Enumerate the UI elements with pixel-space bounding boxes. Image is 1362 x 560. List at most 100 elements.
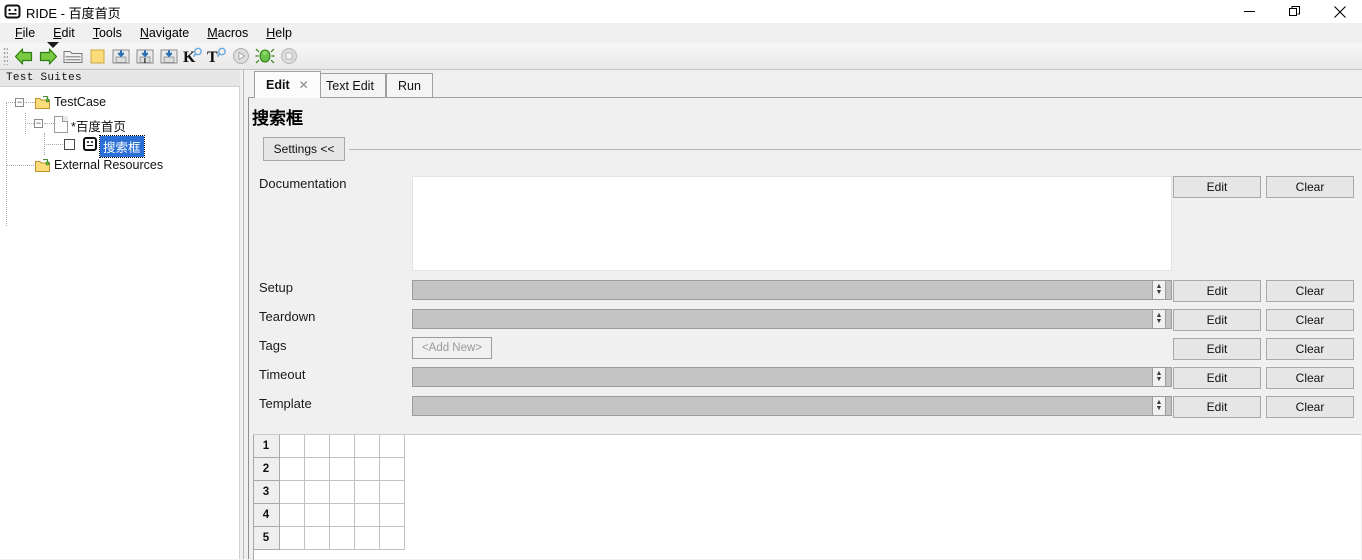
test-suites-sidebar: Test Suites − TestCase − *百度首页 搜索框 Exter… xyxy=(0,70,240,559)
close-button[interactable] xyxy=(1317,0,1362,23)
grid-cell[interactable] xyxy=(280,527,305,550)
tags-clear-button[interactable]: Clear xyxy=(1266,338,1354,360)
teardown-spinner[interactable]: ▲ ▼ xyxy=(1152,309,1166,329)
timeout-input[interactable] xyxy=(412,367,1172,387)
grid-cell[interactable] xyxy=(380,481,405,504)
table-row[interactable]: 4 xyxy=(253,504,1361,527)
stop-icon[interactable] xyxy=(278,46,300,66)
setup-input[interactable] xyxy=(412,280,1172,300)
grid-cell[interactable] xyxy=(330,481,355,504)
open-folder-icon[interactable] xyxy=(62,46,84,66)
menu-help[interactable]: Help xyxy=(257,24,301,42)
grid-cell[interactable] xyxy=(355,481,380,504)
table-row[interactable]: 1 xyxy=(253,435,1361,458)
timeout-edit-button[interactable]: Edit xyxy=(1173,367,1261,389)
tab-edit-label: Edit xyxy=(266,78,290,92)
run-icon[interactable] xyxy=(230,46,252,66)
grid-cell[interactable] xyxy=(305,481,330,504)
grid-cell[interactable] xyxy=(330,527,355,550)
grid-cell[interactable] xyxy=(380,504,405,527)
grid-cell[interactable] xyxy=(355,527,380,550)
forward-arrow-icon[interactable] xyxy=(37,46,59,66)
search-test-icon[interactable]: T xyxy=(206,46,228,66)
tree-checkbox-search-box[interactable] xyxy=(64,139,75,150)
grid-cell[interactable] xyxy=(305,435,330,458)
row-header[interactable]: 3 xyxy=(253,481,280,504)
tags-add-new-button[interactable]: <Add New> xyxy=(412,337,492,359)
grid-cell[interactable] xyxy=(280,435,305,458)
grid-cell[interactable] xyxy=(380,435,405,458)
save-as-icon[interactable] xyxy=(134,46,156,66)
template-spinner[interactable]: ▲ ▼ xyxy=(1152,396,1166,416)
setup-edit-button[interactable]: Edit xyxy=(1173,280,1261,302)
label-setup: Setup xyxy=(259,280,293,295)
tags-edit-button[interactable]: Edit xyxy=(1173,338,1261,360)
tree-node-testcase[interactable]: − TestCase xyxy=(0,92,240,113)
row-header[interactable]: 2 xyxy=(253,458,280,481)
teardown-clear-button[interactable]: Clear xyxy=(1266,309,1354,331)
row-header[interactable]: 5 xyxy=(253,527,280,550)
grid-cell[interactable] xyxy=(355,435,380,458)
menu-macros[interactable]: Macros xyxy=(198,24,257,42)
table-row[interactable]: 2 xyxy=(253,458,1361,481)
grid-cell[interactable] xyxy=(380,458,405,481)
debug-icon[interactable] xyxy=(254,46,276,66)
tree-label-testcase: TestCase xyxy=(54,95,107,109)
minimize-button[interactable] xyxy=(1227,0,1272,23)
tree-node-external-resources[interactable]: External Resources xyxy=(0,155,240,176)
close-icon[interactable]: ✕ xyxy=(299,78,309,92)
grid-cell[interactable] xyxy=(355,504,380,527)
table-row[interactable]: 3 xyxy=(253,481,1361,504)
expander-testcase[interactable]: − xyxy=(15,98,24,107)
grid-cell[interactable] xyxy=(330,435,355,458)
documentation-textarea[interactable] xyxy=(412,176,1172,271)
menu-navigate[interactable]: Navigate xyxy=(131,24,198,42)
template-clear-button[interactable]: Clear xyxy=(1266,396,1354,418)
tree-node-baidu-home[interactable]: − *百度首页 xyxy=(0,113,240,134)
file-icon xyxy=(54,116,68,133)
search-keyword-icon[interactable]: K xyxy=(182,46,204,66)
sidebar-splitter[interactable] xyxy=(240,70,248,559)
save-icon[interactable] xyxy=(110,46,132,66)
timeout-spinner[interactable]: ▲ ▼ xyxy=(1152,367,1166,387)
row-header[interactable]: 4 xyxy=(253,504,280,527)
tab-run[interactable]: Run xyxy=(386,73,433,98)
new-folder-icon[interactable] xyxy=(87,46,109,66)
back-arrow-icon[interactable] xyxy=(12,46,34,66)
maximize-button[interactable] xyxy=(1272,0,1317,23)
menu-tools[interactable]: Tools xyxy=(84,24,131,42)
menu-file[interactable]: File xyxy=(6,24,44,42)
teardown-edit-button[interactable]: Edit xyxy=(1173,309,1261,331)
teardown-input[interactable] xyxy=(412,309,1172,329)
grid-cell[interactable] xyxy=(280,504,305,527)
menu-edit-label: dit xyxy=(61,26,75,40)
grid-cell[interactable] xyxy=(280,481,305,504)
setup-spinner[interactable]: ▲ ▼ xyxy=(1152,280,1166,300)
grid-cell[interactable] xyxy=(305,527,330,550)
grid-cell[interactable] xyxy=(330,504,355,527)
grid-cell[interactable] xyxy=(305,504,330,527)
save-all-icon[interactable] xyxy=(158,46,180,66)
settings-toggle-button[interactable]: Settings << xyxy=(263,137,345,161)
expander-baidu-home[interactable]: − xyxy=(34,119,43,128)
test-steps-grid[interactable]: 1 2 3 4 5 xyxy=(253,434,1361,560)
template-input[interactable] xyxy=(412,396,1172,416)
grid-cell[interactable] xyxy=(330,458,355,481)
template-edit-button[interactable]: Edit xyxy=(1173,396,1261,418)
tab-edit[interactable]: Edit ✕ xyxy=(254,71,321,98)
documentation-clear-button[interactable]: Clear xyxy=(1266,176,1354,198)
row-header[interactable]: 1 xyxy=(253,435,280,458)
menu-edit[interactable]: Edit xyxy=(44,24,84,42)
timeout-clear-button[interactable]: Clear xyxy=(1266,367,1354,389)
grid-cell[interactable] xyxy=(380,527,405,550)
setup-clear-button[interactable]: Clear xyxy=(1266,280,1354,302)
grid-cell[interactable] xyxy=(280,458,305,481)
grid-cell[interactable] xyxy=(305,458,330,481)
grid-cell[interactable] xyxy=(355,458,380,481)
robot-icon xyxy=(4,3,21,20)
documentation-edit-button[interactable]: Edit xyxy=(1173,176,1261,198)
tree-node-search-box[interactable]: 搜索框 xyxy=(0,134,240,158)
tab-text-edit[interactable]: Text Edit xyxy=(314,73,386,98)
toolbar-grip[interactable] xyxy=(3,47,8,65)
table-row[interactable]: 5 xyxy=(253,527,1361,550)
